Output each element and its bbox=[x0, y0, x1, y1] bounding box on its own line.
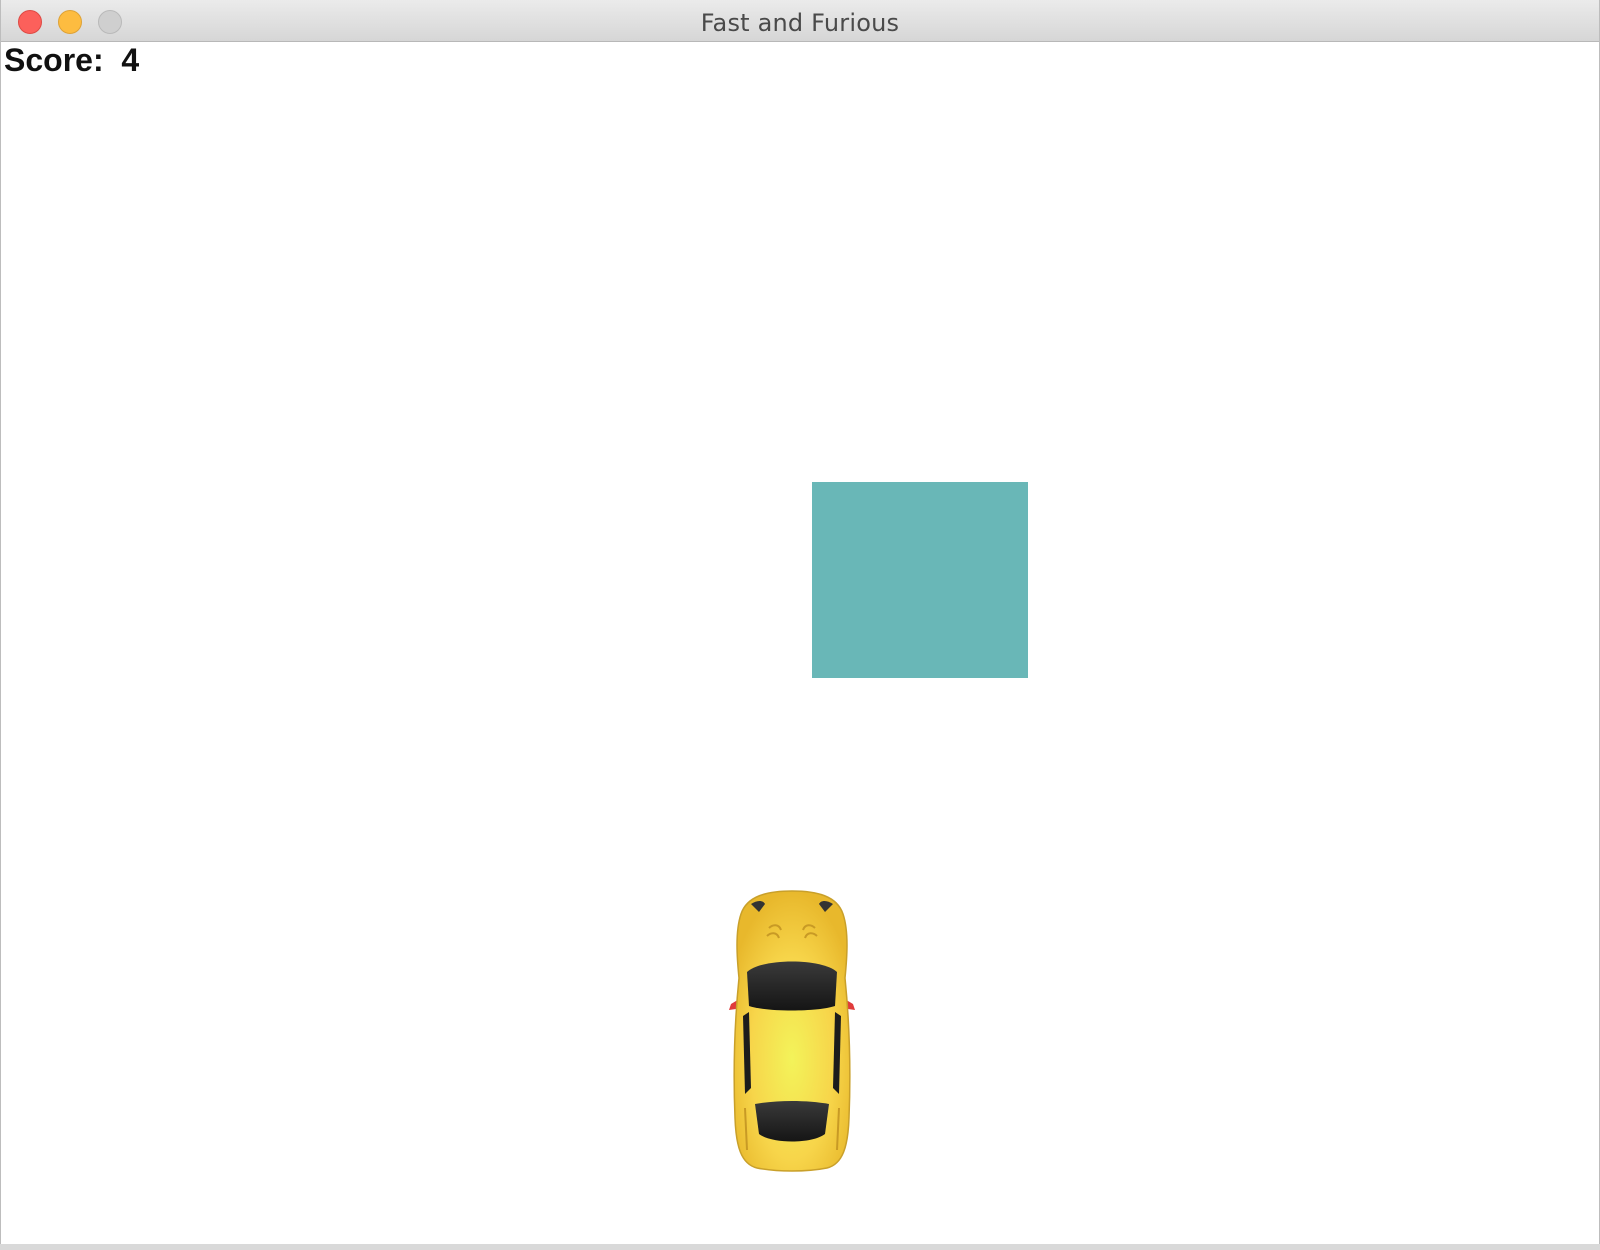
title-bar[interactable]: Fast and Furious bbox=[1, 0, 1599, 42]
window-title: Fast and Furious bbox=[700, 9, 900, 37]
obstacle-block bbox=[812, 482, 1028, 678]
score-label: Score: 4 bbox=[4, 42, 140, 78]
desktop-strip bbox=[0, 1244, 1600, 1250]
player-car-icon bbox=[729, 890, 855, 1172]
game-window: Fast and Furious Score: 4 bbox=[0, 0, 1600, 1244]
game-canvas[interactable]: Score: 4 bbox=[1, 42, 1599, 1244]
